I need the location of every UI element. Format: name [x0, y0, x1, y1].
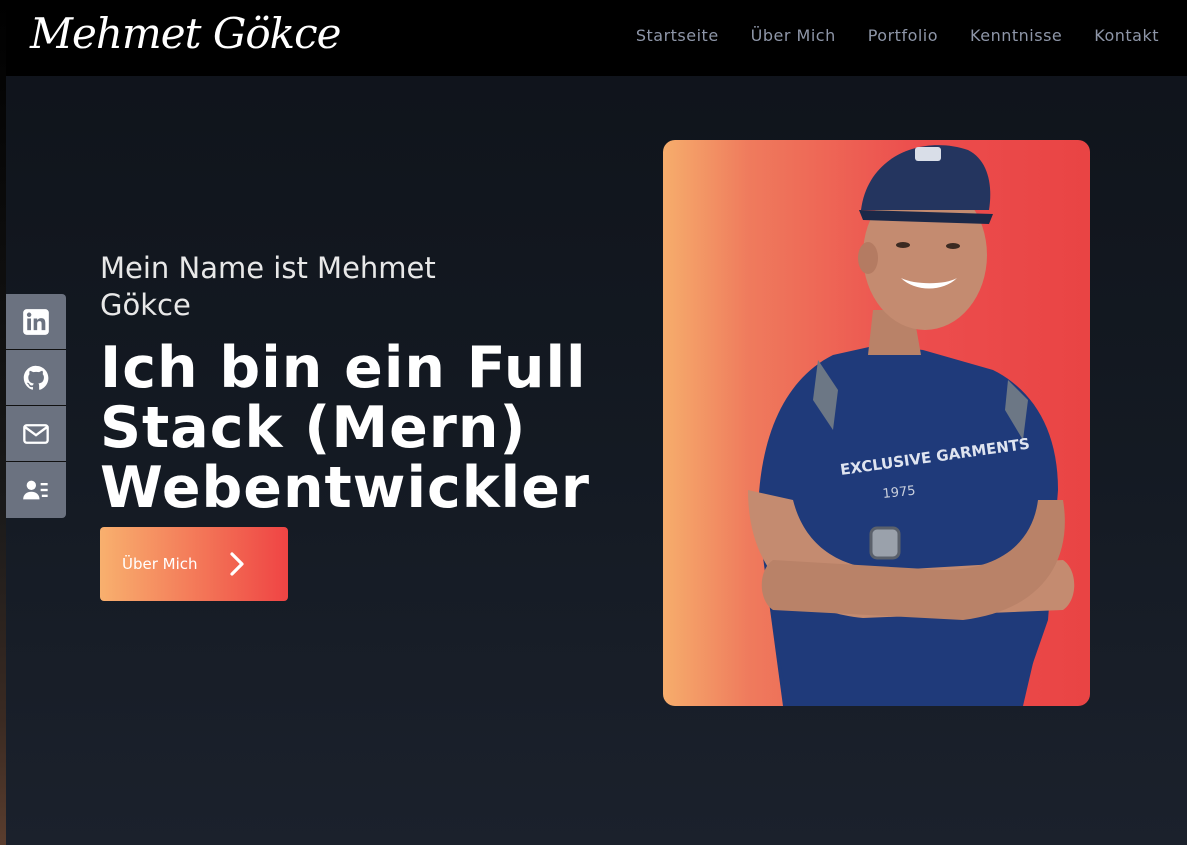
linkedin-icon — [23, 308, 49, 335]
mail-icon — [23, 423, 49, 444]
about-me-button[interactable]: Über Mich — [100, 527, 288, 601]
social-link-email[interactable] — [6, 406, 66, 462]
about-me-button-label: Über Mich — [122, 555, 198, 573]
nav-item-kenntnisse[interactable]: Kenntnisse — [970, 26, 1062, 45]
nav-item-startseite[interactable]: Startseite — [636, 26, 719, 45]
social-link-linkedin[interactable] — [6, 294, 66, 350]
hero-headline: Ich bin ein Full Stack (Mern) Webentwick… — [100, 335, 590, 521]
person-photo-illustration: EXCLUSIVE GARMENTS 1975 — [748, 145, 1075, 706]
social-link-github[interactable] — [6, 350, 66, 406]
site-logo[interactable]: Mehmet Gökce — [30, 6, 341, 62]
social-link-contact[interactable] — [6, 462, 66, 518]
nav-item-kontakt[interactable]: Kontakt — [1094, 26, 1159, 45]
contact-card-icon — [23, 480, 48, 500]
social-sidebar — [6, 294, 66, 518]
nav-item-portfolio[interactable]: Portfolio — [868, 26, 938, 45]
chevron-right-icon — [229, 552, 244, 576]
hero-intro: Mein Name ist Mehmet Gökce — [100, 251, 436, 322]
github-icon — [23, 365, 49, 390]
profile-photo: EXCLUSIVE GARMENTS 1975 — [663, 140, 1090, 706]
site-header: Mehmet Gökce Startseite Über Mich Portfo… — [6, 0, 1187, 76]
main-nav: Startseite Über Mich Portfolio Kenntniss… — [636, 26, 1159, 45]
nav-item-ueber-mich[interactable]: Über Mich — [751, 26, 836, 45]
